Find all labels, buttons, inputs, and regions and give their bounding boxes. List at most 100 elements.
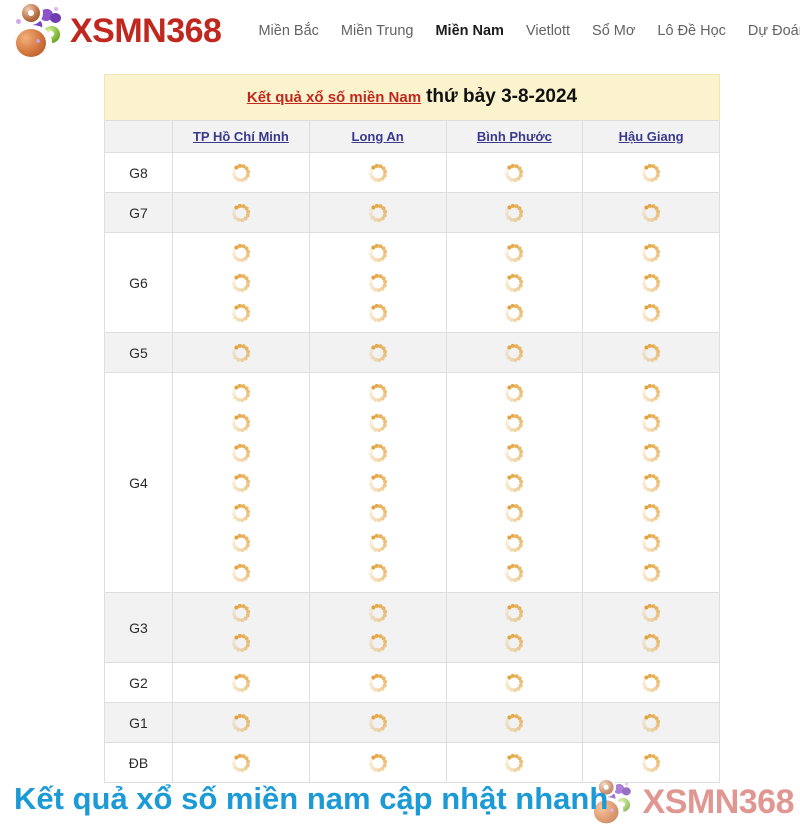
- table-row: G1: [104, 702, 720, 743]
- loading-spinner-icon: [642, 273, 661, 292]
- result-cell: [582, 332, 720, 373]
- province-link-hau-giang[interactable]: Hậu Giang: [619, 129, 684, 144]
- nav-item-vietlott[interactable]: Vietlott: [515, 17, 581, 45]
- result-cell: [445, 192, 584, 233]
- result-cell: [172, 192, 310, 233]
- prize-label-g6: G6: [104, 232, 173, 333]
- loading-spinner-icon: [505, 303, 524, 322]
- loading-spinner-icon: [368, 203, 387, 222]
- loading-spinner-icon: [505, 473, 524, 492]
- result-value-stack: [174, 704, 308, 741]
- loading-spinner-icon: [231, 243, 250, 262]
- nav-item-mien-bac[interactable]: Miền Bắc: [247, 17, 329, 45]
- loading-spinner-icon: [642, 603, 661, 622]
- loading-spinner-icon: [642, 443, 661, 462]
- loading-spinner-icon: [231, 443, 250, 462]
- loading-spinner-icon: [231, 163, 250, 182]
- nav-item-lo-de-hoc[interactable]: Lô Đề Học: [646, 17, 737, 45]
- result-value-stack: [174, 334, 308, 371]
- table-row: G4: [104, 372, 720, 593]
- result-value-stack: [448, 334, 582, 371]
- result-cell: [582, 592, 720, 663]
- nav-item-du-doan[interactable]: Dự Đoán: [737, 17, 800, 45]
- result-cell: [445, 662, 584, 703]
- result-value-stack: [311, 374, 445, 591]
- loading-spinner-icon: [505, 563, 524, 582]
- province-link-binh-phuoc[interactable]: Bình Phước: [477, 129, 552, 144]
- province-link-tphcm[interactable]: TP Hồ Chí Minh: [193, 129, 289, 144]
- header-cell-tphcm[interactable]: TP Hồ Chí Minh: [172, 120, 310, 153]
- loading-spinner-icon: [231, 473, 250, 492]
- loading-spinner-icon: [642, 203, 661, 222]
- result-cell: [308, 662, 447, 703]
- loading-spinner-icon: [505, 603, 524, 622]
- loading-spinner-icon: [231, 413, 250, 432]
- loading-spinner-icon: [642, 303, 661, 322]
- site-header: XSMN368 Miền Bắc Miền Trung Miền Nam Vie…: [0, 0, 800, 62]
- result-cell: [582, 152, 720, 193]
- prize-label-g7: G7: [104, 192, 173, 233]
- prize-label-g4: G4: [104, 372, 173, 593]
- result-value-stack: [584, 154, 718, 191]
- loading-spinner-icon: [231, 303, 250, 322]
- brand-logo[interactable]: XSMN368: [10, 3, 222, 59]
- loading-spinner-icon: [368, 533, 387, 552]
- table-head: TP Hồ Chí Minh Long An Bình Phước Hậu Gi…: [104, 120, 720, 153]
- loading-spinner-icon: [231, 633, 250, 652]
- result-value-stack: [174, 374, 308, 591]
- result-cell: [445, 372, 584, 593]
- result-value-stack: [174, 664, 308, 701]
- result-value-stack: [174, 594, 308, 661]
- result-value-stack: [174, 194, 308, 231]
- result-cell: [172, 372, 310, 593]
- result-title-link[interactable]: Kết quả xổ số miền Nam: [247, 89, 421, 106]
- result-cell: [445, 702, 584, 743]
- prize-label-g3: G3: [104, 592, 173, 663]
- loading-spinner-icon: [505, 343, 524, 362]
- loading-spinner-icon: [368, 413, 387, 432]
- loading-spinner-icon: [368, 243, 387, 262]
- nav-item-mien-nam[interactable]: Miền Nam: [424, 17, 515, 45]
- header-cell-binh-phuoc[interactable]: Bình Phước: [445, 120, 584, 153]
- bottom-banner: XSMN368 Kết quả xổ số miền nam cập nhật …: [0, 770, 800, 829]
- loading-spinner-icon: [231, 713, 250, 732]
- table-row: G6: [104, 232, 720, 333]
- result-value-stack: [448, 374, 582, 591]
- banner-watermark: XSMN368: [589, 774, 795, 829]
- result-value-stack: [448, 704, 582, 741]
- result-cell: [308, 192, 447, 233]
- table-row: G5: [104, 332, 720, 373]
- result-value-stack: [174, 234, 308, 331]
- loading-spinner-icon: [368, 473, 387, 492]
- result-value-stack: [448, 234, 582, 331]
- loading-spinner-icon: [642, 243, 661, 262]
- loading-spinner-icon: [505, 163, 524, 182]
- lottery-balls-logo-icon: [10, 3, 68, 59]
- loading-spinner-icon: [505, 273, 524, 292]
- result-value-stack: [584, 374, 718, 591]
- loading-spinner-icon: [642, 473, 661, 492]
- result-value-stack: [311, 334, 445, 371]
- table-row: G3: [104, 592, 720, 663]
- result-value-stack: [448, 664, 582, 701]
- loading-spinner-icon: [642, 343, 661, 362]
- result-value-stack: [584, 194, 718, 231]
- loading-spinner-icon: [505, 533, 524, 552]
- main-nav: Miền Bắc Miền Trung Miền Nam Vietlott Sổ…: [247, 17, 800, 45]
- result-cell: [445, 232, 584, 333]
- result-value-stack: [311, 704, 445, 741]
- loading-spinner-icon: [368, 603, 387, 622]
- header-cell-long-an[interactable]: Long An: [308, 120, 447, 153]
- loading-spinner-icon: [505, 633, 524, 652]
- loading-spinner-icon: [368, 633, 387, 652]
- province-link-long-an[interactable]: Long An: [352, 129, 404, 144]
- nav-item-so-mo[interactable]: Sổ Mơ: [581, 17, 646, 45]
- nav-item-mien-trung[interactable]: Miền Trung: [330, 17, 425, 45]
- table-header-row: TP Hồ Chí Minh Long An Bình Phước Hậu Gi…: [104, 120, 720, 153]
- result-value-stack: [311, 234, 445, 331]
- loading-spinner-icon: [368, 383, 387, 402]
- header-cell-hau-giang[interactable]: Hậu Giang: [582, 120, 720, 153]
- result-cell: [308, 152, 447, 193]
- loading-spinner-icon: [505, 713, 524, 732]
- result-value-stack: [174, 154, 308, 191]
